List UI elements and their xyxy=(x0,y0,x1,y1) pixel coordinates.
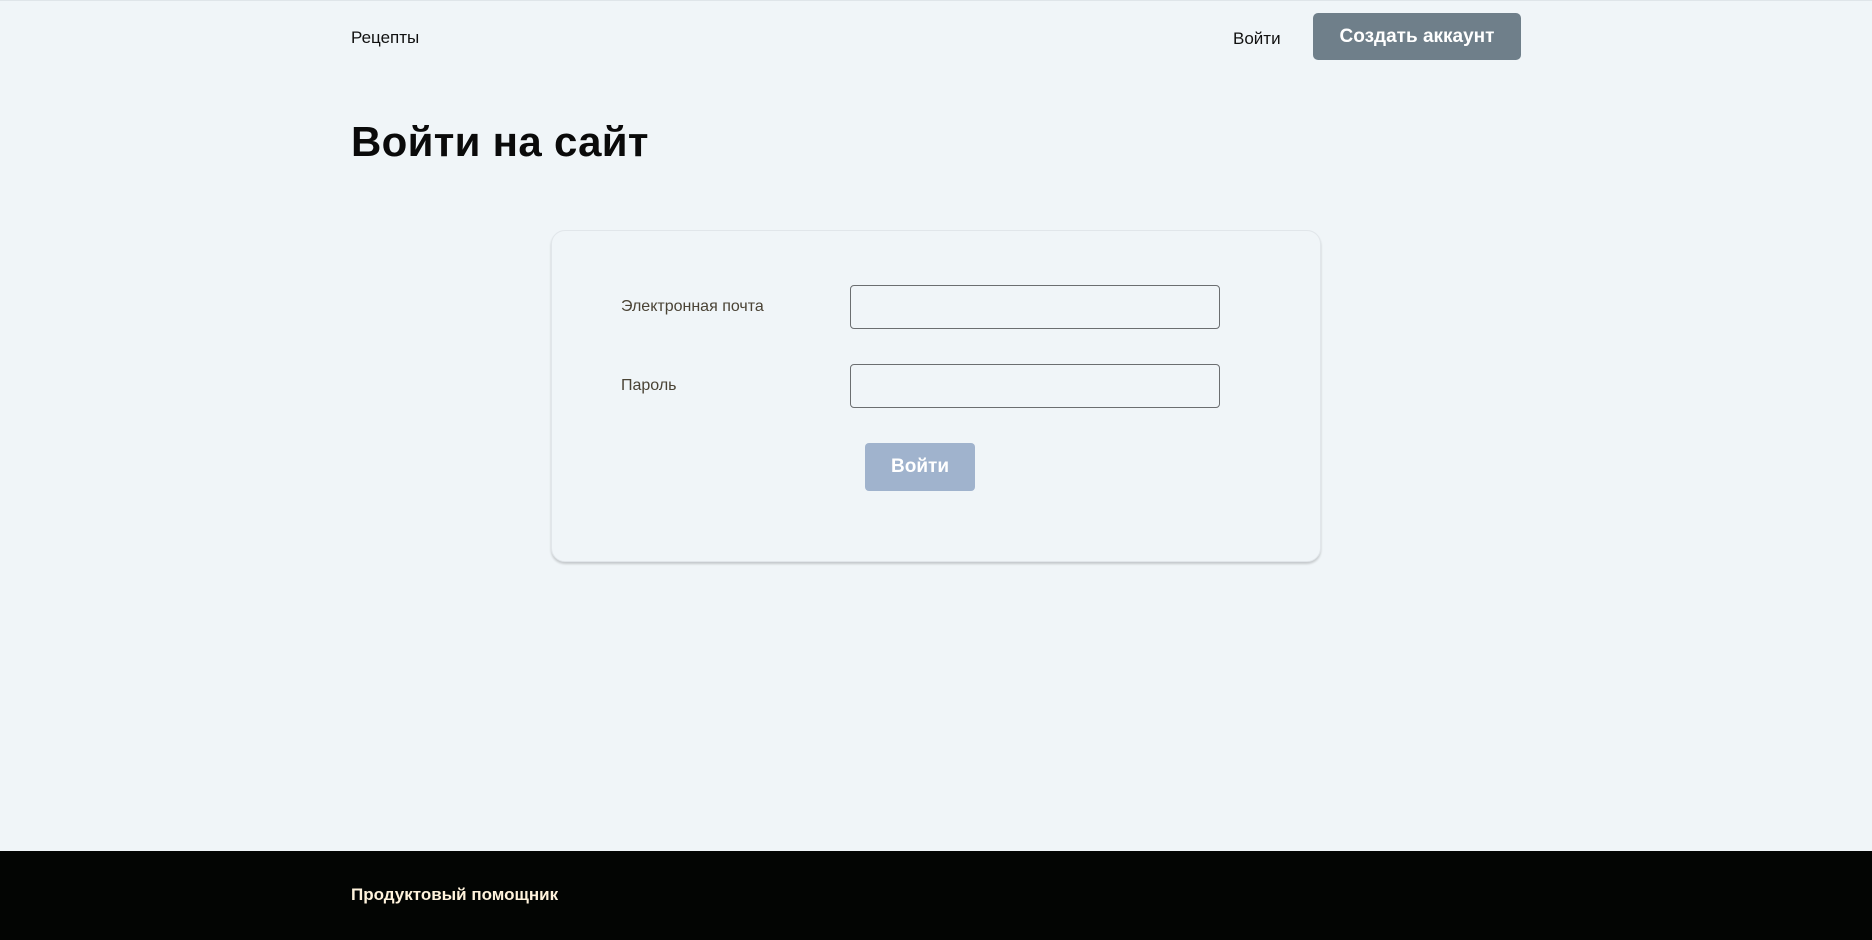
create-account-button[interactable]: Создать аккаунт xyxy=(1313,13,1521,60)
page: Рецепты Войти Создать аккаунт Войти на с… xyxy=(0,0,1872,940)
site-header: Рецепты Войти Создать аккаунт xyxy=(0,1,1872,73)
nav-link-recipes[interactable]: Рецепты xyxy=(351,28,419,48)
login-form-card: Электронная почта Пароль Войти xyxy=(551,230,1321,562)
login-submit-button[interactable]: Войти xyxy=(865,443,975,491)
nav-link-login[interactable]: Войти xyxy=(1233,29,1281,49)
page-title: Войти на сайт xyxy=(351,118,649,165)
site-footer: Продуктовый помощник xyxy=(0,851,1872,940)
password-label: Пароль xyxy=(621,377,677,394)
email-field[interactable] xyxy=(850,285,1220,329)
password-field[interactable] xyxy=(850,364,1220,408)
email-label: Электронная почта xyxy=(621,298,764,315)
footer-brand: Продуктовый помощник xyxy=(351,885,559,904)
